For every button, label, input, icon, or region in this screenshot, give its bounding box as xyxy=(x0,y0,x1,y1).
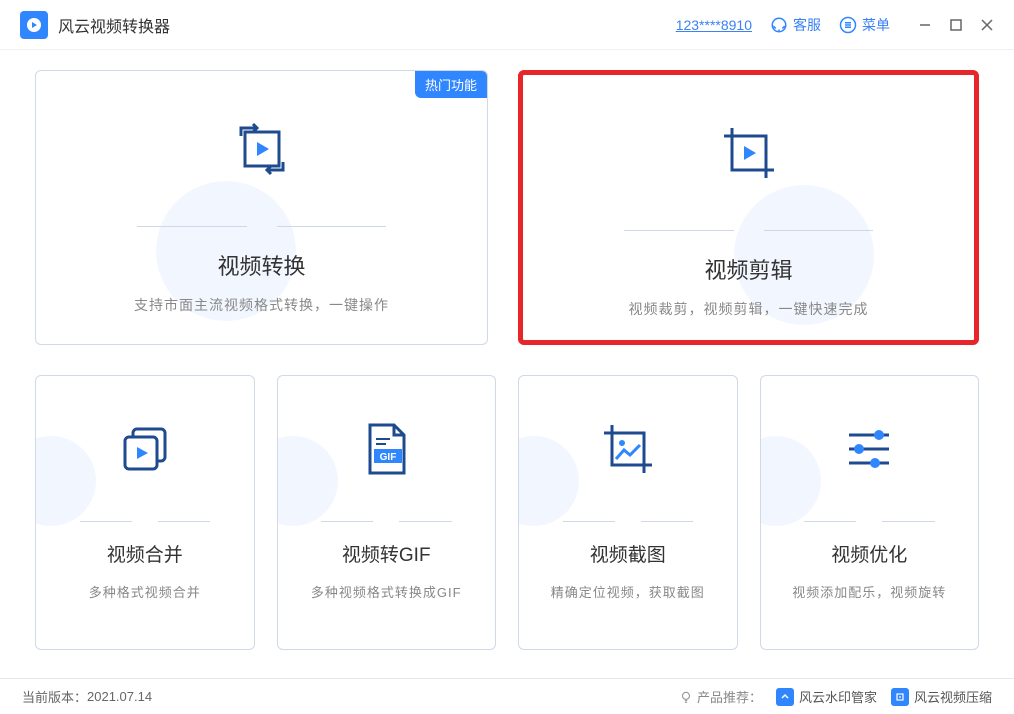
card-video-gif[interactable]: GIF 视频转GIF 多种视频格式转换成GIF xyxy=(277,375,497,650)
maximize-icon xyxy=(950,19,962,31)
card-title: 视频剪辑 xyxy=(704,253,792,285)
product-label: 风云视频压缩 xyxy=(914,687,992,706)
card-desc: 支持市面主流视频格式转换，一键操作 xyxy=(134,295,389,315)
product-link-watermark[interactable]: 风云水印管家 xyxy=(776,687,877,706)
headset-icon xyxy=(770,16,788,34)
merge-icon xyxy=(113,417,177,481)
watermark-app-icon xyxy=(776,688,794,706)
card-desc: 多种格式视频合并 xyxy=(89,582,201,601)
card-title: 视频截图 xyxy=(590,540,666,567)
account-phone-link[interactable]: 123****8910 xyxy=(676,17,752,33)
card-title: 视频转换 xyxy=(217,249,305,281)
card-title: 视频合并 xyxy=(107,540,183,567)
recommend-label: 产品推荐： xyxy=(679,687,762,706)
footer-bar: 当前版本： 2021.07.14 产品推荐： 风云水印管家 风云视频压缩 xyxy=(0,678,1014,714)
window-maximize-button[interactable] xyxy=(950,18,962,32)
card-title: 视频转GIF xyxy=(342,540,431,567)
app-title: 风云视频转换器 xyxy=(58,13,170,37)
card-desc: 多种视频格式转换成GIF xyxy=(311,582,462,601)
window-close-button[interactable] xyxy=(980,18,994,32)
menu-button[interactable]: 菜单 xyxy=(839,15,890,35)
card-desc: 视频裁剪，视频剪辑，一键快速完成 xyxy=(629,299,869,319)
minimize-icon xyxy=(918,18,932,32)
main-content: 热门功能 视频转换 支持市面主流视频格式转换，一键操作 xyxy=(0,50,1014,650)
card-title: 视频优化 xyxy=(831,540,907,567)
card-desc: 精确定位视频，获取截图 xyxy=(551,582,705,601)
close-icon xyxy=(980,18,994,32)
support-label: 客服 xyxy=(793,15,821,35)
lightbulb-icon xyxy=(679,690,693,704)
compress-app-icon xyxy=(891,688,909,706)
screenshot-icon xyxy=(596,417,660,481)
card-video-edit[interactable]: 视频剪辑 视频裁剪，视频剪辑，一键快速完成 xyxy=(518,70,979,345)
crop-edit-icon xyxy=(714,118,784,188)
version-value: 2021.07.14 xyxy=(87,689,152,704)
svg-text:GIF: GIF xyxy=(380,452,397,463)
menu-list-icon xyxy=(839,16,857,34)
titlebar: 风云视频转换器 123****8910 客服 菜单 xyxy=(0,0,1014,50)
card-video-optimize[interactable]: 视频优化 视频添加配乐，视频旋转 xyxy=(760,375,980,650)
window-minimize-button[interactable] xyxy=(918,18,932,32)
customer-support-button[interactable]: 客服 xyxy=(770,15,821,35)
app-logo-icon xyxy=(20,11,48,39)
version-label: 当前版本： xyxy=(22,687,87,706)
card-video-screenshot[interactable]: 视频截图 精确定位视频，获取截图 xyxy=(518,375,738,650)
product-label: 风云水印管家 xyxy=(799,687,877,706)
gif-file-icon: GIF xyxy=(358,417,414,481)
card-video-merge[interactable]: 视频合并 多种格式视频合并 xyxy=(35,375,255,650)
menu-label: 菜单 xyxy=(862,15,890,35)
card-video-convert[interactable]: 热门功能 视频转换 支持市面主流视频格式转换，一键操作 xyxy=(35,70,488,345)
product-link-compress[interactable]: 风云视频压缩 xyxy=(891,687,992,706)
convert-icon xyxy=(227,114,297,184)
sliders-icon xyxy=(837,417,901,481)
card-desc: 视频添加配乐，视频旋转 xyxy=(792,582,946,601)
